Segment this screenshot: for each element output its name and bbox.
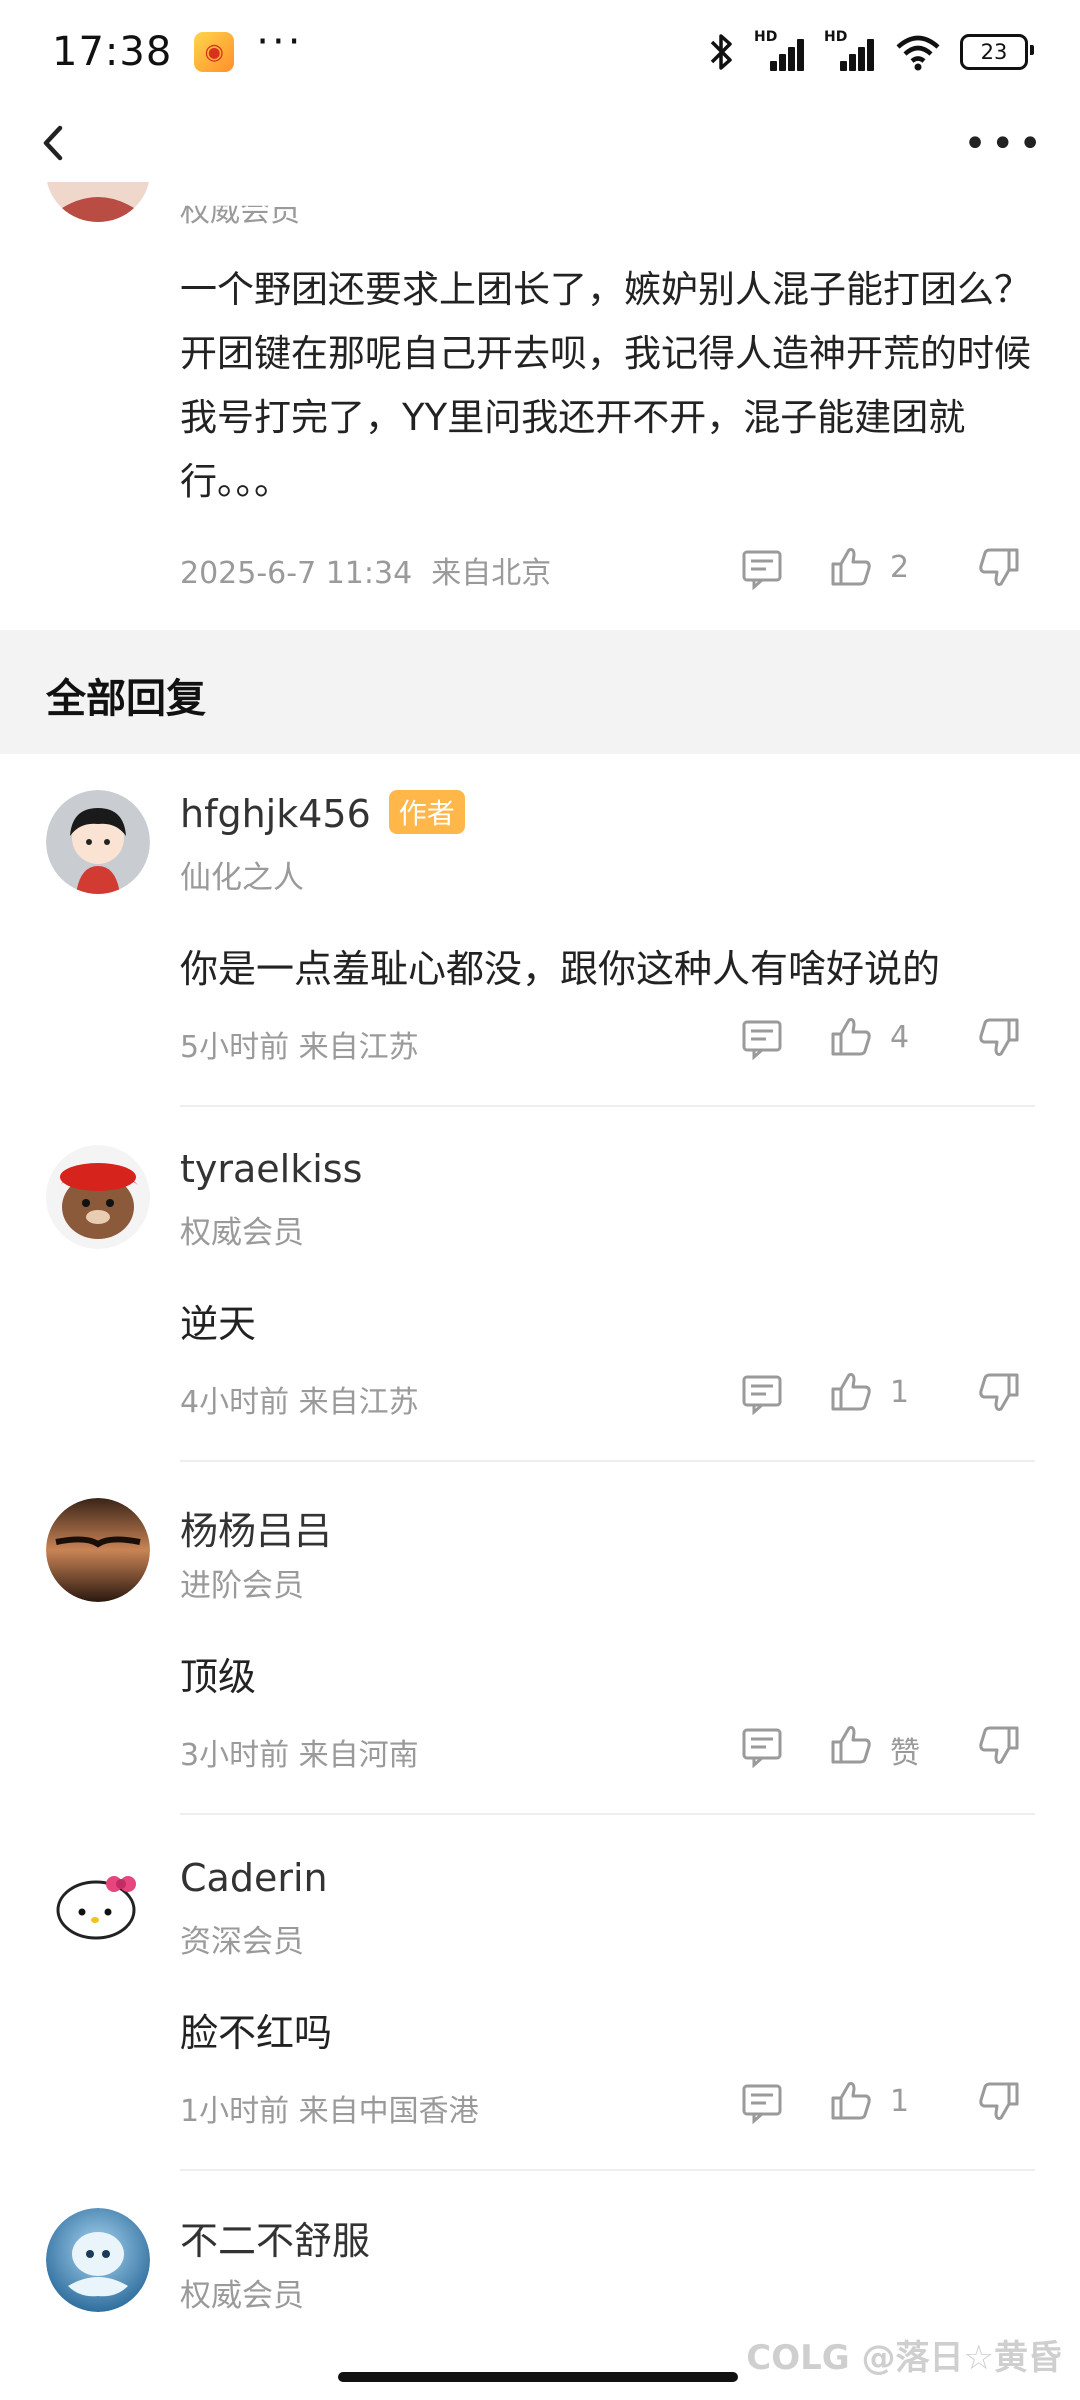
reply-actions: 1 (740, 2078, 1060, 2128)
reply-location: 来自江苏 (298, 1385, 419, 1420)
reply-location: 来自江苏 (298, 1030, 419, 1065)
top-nav-bar: ••• (0, 104, 1080, 182)
bluetooth-icon (710, 34, 732, 70)
avatar[interactable] (46, 1498, 150, 1602)
reply-icon[interactable] (740, 546, 784, 590)
dislike-icon[interactable] (976, 2078, 1022, 2124)
comment-location: 来自北京 (431, 556, 552, 591)
reply-item: hfghjk456 作者 仙化之人 你是一点羞耻心都没，跟你这种人有啥好说的 5小… (0, 790, 1080, 1107)
like-icon[interactable] (828, 1014, 874, 1060)
divider (180, 1813, 1035, 1815)
comment-meta: 2025-6-7 11:34 来自北京 (180, 548, 551, 592)
section-header: 全部回复 (0, 630, 1080, 754)
reply-meta: 5小时前 来自江苏 (180, 1022, 419, 1066)
status-time: 17:38 (52, 29, 173, 75)
dislike-icon[interactable] (976, 1014, 1022, 1060)
reply-time: 4小时前 (180, 1385, 290, 1420)
avatar[interactable] (46, 1854, 150, 1958)
section-title: 全部回复 (46, 676, 206, 722)
watermark: COLG @落日☆黄昏 (746, 2338, 1062, 2378)
like-icon[interactable] (828, 544, 874, 590)
signal-icon: HD (754, 29, 806, 71)
reply-actions: 赞 (740, 1722, 1060, 1772)
reply-actions: 4 (740, 1014, 1060, 1064)
user-level: 资深会员 (180, 1924, 304, 1960)
wifi-icon (896, 35, 940, 71)
user-name[interactable]: 杨杨吕吕 (180, 1500, 332, 1555)
like-icon[interactable] (828, 1722, 874, 1768)
dislike-icon[interactable] (976, 544, 1022, 590)
reply-time: 3小时前 (180, 1738, 290, 1773)
user-level: 权威会员 (180, 1215, 304, 1251)
comment-time: 2025-6-7 11:34 (180, 556, 413, 591)
like-count: 1 (890, 2084, 910, 2119)
reply-icon[interactable] (740, 1016, 784, 1060)
home-indicator[interactable] (338, 2372, 738, 2382)
status-bar: 17:38 ◉ ··· HD HD 23 (0, 0, 1080, 104)
status-overflow-icon: ··· (256, 19, 304, 65)
user-name[interactable]: tyraelkiss (180, 1147, 362, 1191)
like-icon[interactable] (828, 1369, 874, 1415)
avatar[interactable] (46, 1145, 150, 1249)
reply-icon[interactable] (740, 1724, 784, 1768)
dislike-icon[interactable] (976, 1369, 1022, 1415)
reply-time: 1小时前 (180, 2094, 290, 2129)
reply-location: 来自中国香港 (298, 2094, 479, 2129)
reply-text[interactable]: 你是一点羞耻心都没，跟你这种人有啥好说的 (180, 938, 940, 993)
reply-item: 不二不舒服 权威会员 (0, 2208, 1080, 2348)
like-count: 2 (890, 550, 910, 585)
like-count: 1 (890, 1375, 910, 1410)
reply-location: 来自河南 (298, 1738, 419, 1773)
user-name[interactable]: 不二不舒服 (180, 2210, 370, 2265)
user-level: 仙化之人 (180, 860, 304, 896)
user-level: 权威会员 (180, 2278, 304, 2314)
more-icon[interactable]: ••• (963, 124, 1046, 164)
reply-actions: 1 (740, 1369, 1060, 1419)
user-name[interactable]: hfghjk456 作者 (180, 790, 465, 838)
back-icon[interactable] (30, 118, 80, 168)
reply-icon[interactable] (740, 2080, 784, 2124)
divider (180, 1105, 1035, 1107)
avatar[interactable] (46, 2208, 150, 2312)
user-level: 进阶会员 (180, 1568, 304, 1604)
like-count: 4 (890, 1020, 910, 1055)
reply-icon[interactable] (740, 1371, 784, 1415)
reply-meta: 3小时前 来自河南 (180, 1730, 419, 1774)
weibo-app-icon: ◉ (194, 32, 235, 72)
reply-text[interactable]: 顶级 (180, 1646, 256, 1701)
reply-item: 杨杨吕吕 进阶会员 顶级 3小时前 来自河南 赞 (0, 1498, 1080, 1815)
reply-item: Caderin 资深会员 脸不红吗 1小时前 来自中国香港 1 (0, 1854, 1080, 2171)
reply-time: 5小时前 (180, 1030, 290, 1065)
like-count: 赞 (890, 1736, 920, 1771)
signal-icon-2: HD (824, 29, 876, 71)
reply-text[interactable]: 逆天 (180, 1293, 256, 1348)
reply-item: tyraelkiss 权威会员 逆天 4小时前 来自江苏 1 (0, 1145, 1080, 1462)
author-badge: 作者 (388, 790, 465, 834)
like-icon[interactable] (828, 2078, 874, 2124)
reply-text[interactable]: 脸不红吗 (180, 2002, 332, 2057)
avatar[interactable] (46, 790, 150, 894)
reply-meta: 4小时前 来自江苏 (180, 1377, 419, 1421)
battery-icon: 23 (960, 34, 1034, 70)
reply-meta: 1小时前 来自中国香港 (180, 2086, 479, 2130)
dislike-icon[interactable] (976, 1722, 1022, 1768)
divider (180, 2169, 1035, 2171)
comment-text: 一个野团还要求上团长了，嫉妒别人混子能打团么？开团键在那呢自己开去呗，我记得人造… (180, 268, 1031, 503)
user-level: 权威会员 (180, 194, 300, 229)
comment-actions: 2 (740, 544, 1060, 594)
battery-level: 23 (980, 40, 1008, 64)
divider (180, 1460, 1035, 1462)
user-name[interactable]: Caderin (180, 1856, 328, 1900)
